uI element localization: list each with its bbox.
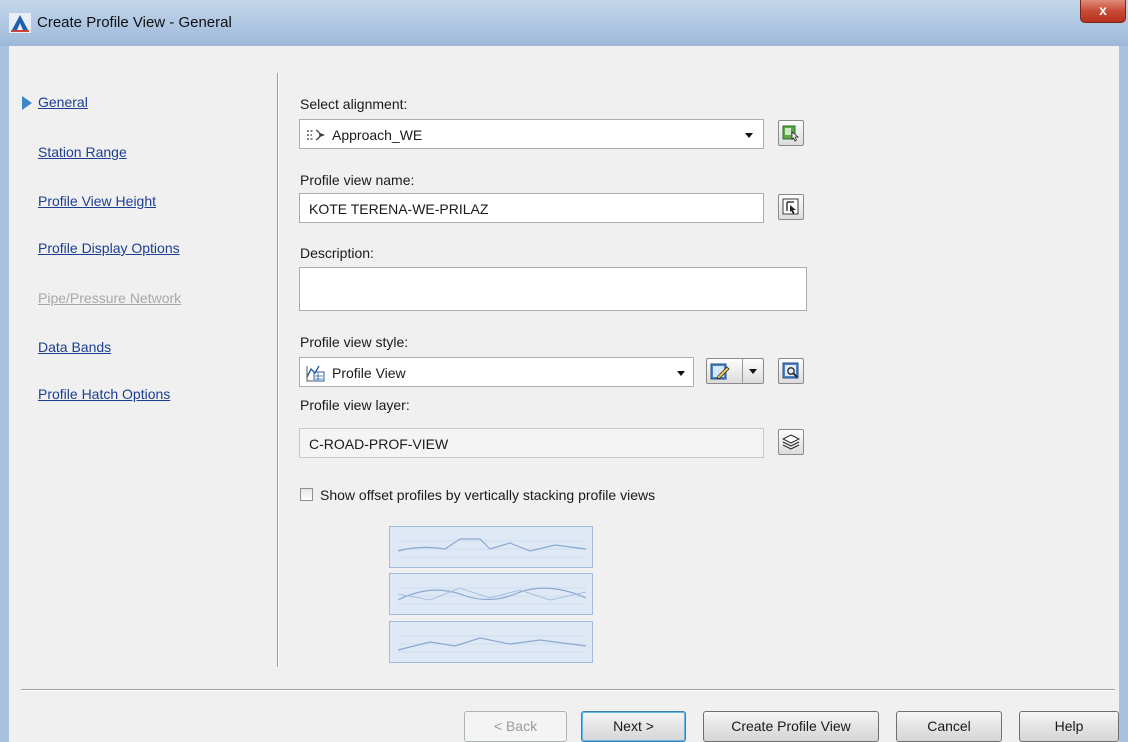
profile-preview-graphic — [397, 538, 587, 558]
nav-item-profile-hatch-options[interactable]: Profile Hatch Options — [38, 386, 170, 402]
stack-preview-middle — [389, 573, 593, 615]
nav-item-station-range[interactable]: Station Range — [38, 144, 127, 160]
stack-preview-bottom — [389, 621, 593, 663]
preview-style-icon — [782, 362, 799, 379]
view-name-input[interactable]: KOTE TERENA-WE-PRILAZ — [299, 193, 764, 223]
help-button[interactable]: Help — [1019, 711, 1119, 742]
alignment-value: Approach_WE — [332, 127, 423, 143]
stack-preview-top — [389, 526, 593, 568]
create-profile-view-button[interactable]: Create Profile View — [703, 711, 879, 742]
pick-alignment-button[interactable] — [778, 120, 804, 146]
chevron-down-icon — [749, 369, 757, 374]
view-name-value: KOTE TERENA-WE-PRILAZ — [309, 201, 489, 217]
alignment-icon — [307, 129, 325, 141]
close-button[interactable]: x — [1080, 0, 1126, 23]
chevron-down-icon — [745, 133, 753, 138]
window-frame-right — [1119, 46, 1128, 742]
name-template-icon — [782, 198, 799, 215]
profile-preview-graphic — [397, 635, 587, 653]
name-template-button[interactable] — [778, 194, 804, 220]
chevron-down-icon — [677, 371, 685, 376]
profile-preview-graphic — [397, 587, 587, 605]
layers-icon — [782, 434, 800, 450]
nav-item-profile-display-options[interactable]: Profile Display Options — [38, 240, 180, 256]
style-label: Profile view style: — [300, 334, 409, 350]
nav-divider — [277, 73, 279, 667]
stack-profiles-label: Show offset profiles by vertically stack… — [320, 487, 656, 503]
edit-style-split-button[interactable] — [706, 358, 764, 384]
split-divider — [742, 359, 743, 383]
layer-label: Profile view layer: — [300, 397, 410, 413]
description-label: Description: — [300, 245, 374, 261]
window-title: Create Profile View - General — [37, 14, 232, 31]
nav-item-profile-view-height[interactable]: Profile View Height — [38, 193, 156, 209]
layer-field: C-ROAD-PROF-VIEW — [299, 428, 764, 458]
description-input[interactable] — [299, 267, 807, 311]
alignment-dropdown[interactable]: Approach_WE — [299, 119, 764, 149]
active-page-arrow-icon — [22, 96, 32, 110]
profile-view-style-icon — [306, 365, 325, 382]
style-value: Profile View — [332, 365, 406, 381]
preview-style-button[interactable] — [778, 358, 804, 384]
title-bar: Create Profile View - General x — [0, 0, 1128, 47]
stack-profiles-checkbox[interactable] — [300, 488, 313, 501]
close-icon: x — [1099, 2, 1107, 18]
style-dropdown[interactable]: Profile View — [299, 357, 694, 387]
layer-value: C-ROAD-PROF-VIEW — [309, 436, 449, 452]
edit-style-icon — [710, 363, 730, 380]
back-button[interactable]: < Back — [464, 711, 567, 742]
civil3d-app-icon — [9, 13, 31, 33]
next-button[interactable]: Next > — [581, 711, 686, 742]
window-frame-left — [0, 46, 9, 742]
view-name-label: Profile view name: — [300, 172, 415, 188]
button-row-divider — [21, 689, 1115, 691]
nav-item-data-bands[interactable]: Data Bands — [38, 339, 111, 355]
select-layer-button[interactable] — [778, 429, 804, 455]
nav-item-pipe-pressure-network: Pipe/Pressure Network — [38, 290, 182, 306]
cancel-button[interactable]: Cancel — [896, 711, 1002, 742]
nav-item-general[interactable]: General — [38, 94, 88, 110]
alignment-label: Select alignment: — [300, 96, 408, 112]
pick-from-drawing-icon — [782, 125, 800, 142]
